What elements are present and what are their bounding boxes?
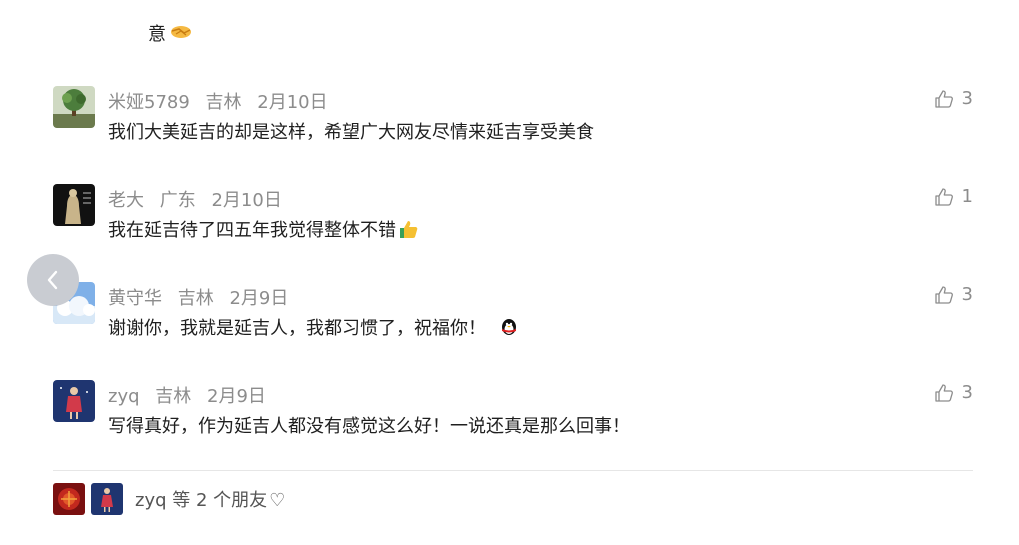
- comment-item: 黄守华 吉林 2月9日 谢谢你，我就是延吉人，我都习惯了，祝福你！ 3: [53, 282, 973, 352]
- comment-date: 2月9日: [229, 288, 289, 309]
- previous-button[interactable]: [27, 254, 79, 306]
- comment-text: 谢谢你，我就是延吉人，我都习惯了，祝福你！: [108, 318, 486, 339]
- like-count: 3: [961, 284, 973, 305]
- comment-location: 吉林: [205, 92, 242, 113]
- comment-item: 老大 广东 2月10日 我在延吉待了四五年我觉得整体不错 1: [53, 184, 973, 254]
- comment-user[interactable]: 米娅5789: [108, 92, 190, 113]
- comment-text: 我在延吉待了四五年我觉得整体不错: [108, 220, 396, 241]
- chevron-left-icon: [47, 270, 58, 290]
- comment-text-wrap: 我在延吉待了四五年我觉得整体不错: [108, 216, 420, 242]
- like-button[interactable]: 3: [934, 88, 973, 109]
- thumbs-up-emoji-icon: [400, 221, 418, 238]
- like-button[interactable]: 1: [934, 186, 973, 207]
- comment-item: 米娅5789 吉林 2月10日 我们大美延吉的却是这样，希望广大网友尽情来延吉享…: [53, 86, 973, 156]
- comment-meta: 米娅5789 吉林 2月10日: [108, 88, 338, 114]
- thumbs-up-icon: [934, 187, 953, 206]
- prev-comment-text: 意: [148, 24, 166, 45]
- like-button[interactable]: 3: [934, 284, 973, 305]
- comment-meta: 老大 广东 2月10日: [108, 186, 292, 212]
- friends-liked-text: zyq 等 2 个朋友 ♡: [135, 486, 285, 512]
- avatar[interactable]: [53, 184, 95, 226]
- like-count: 3: [961, 88, 973, 109]
- friend-avatar[interactable]: [53, 483, 85, 515]
- penguin-emoji-icon: [502, 319, 516, 335]
- comment-location: 广东: [159, 190, 196, 211]
- heart-outline-icon: ♡: [269, 490, 286, 511]
- comment-user[interactable]: 黄守华: [108, 288, 162, 309]
- thumbs-up-icon: [934, 285, 953, 304]
- comment-date: 2月10日: [211, 190, 282, 211]
- comment-location: 吉林: [155, 386, 192, 407]
- friends-liked-row[interactable]: zyq 等 2 个朋友 ♡: [53, 482, 285, 516]
- comment-text-wrap: 谢谢你，我就是延吉人，我都习惯了，祝福你！: [108, 314, 520, 340]
- handshake-emoji-icon: [171, 26, 191, 38]
- like-button[interactable]: 3: [934, 382, 973, 403]
- comment-user[interactable]: zyq: [108, 386, 140, 407]
- comment-meta: zyq 吉林 2月9日: [108, 382, 276, 408]
- comment-text: 我们大美延吉的却是这样，希望广大网友尽情来延吉享受美食: [108, 122, 594, 143]
- avatar[interactable]: [53, 86, 95, 128]
- like-count: 1: [961, 186, 973, 207]
- avatar[interactable]: [53, 380, 95, 422]
- friend-name[interactable]: zyq: [135, 490, 167, 511]
- comment-text: 写得真好，作为延吉人都没有感觉这么好！一说还真是那么回事！: [108, 416, 630, 437]
- comment-date: 2月10日: [257, 92, 328, 113]
- friends-count: 等 2 个朋友: [172, 490, 268, 511]
- friend-avatar[interactable]: [91, 483, 123, 515]
- comment-item: zyq 吉林 2月9日 写得真好，作为延吉人都没有感觉这么好！一说还真是那么回事…: [53, 380, 973, 450]
- divider: [53, 470, 973, 471]
- comment-user[interactable]: 老大: [108, 190, 144, 211]
- like-count: 3: [961, 382, 973, 403]
- comment-date: 2月9日: [207, 386, 266, 407]
- comment-location: 吉林: [177, 288, 214, 309]
- thumbs-up-icon: [934, 383, 953, 402]
- thumbs-up-icon: [934, 89, 953, 108]
- comment-meta: 黄守华 吉林 2月9日: [108, 284, 298, 310]
